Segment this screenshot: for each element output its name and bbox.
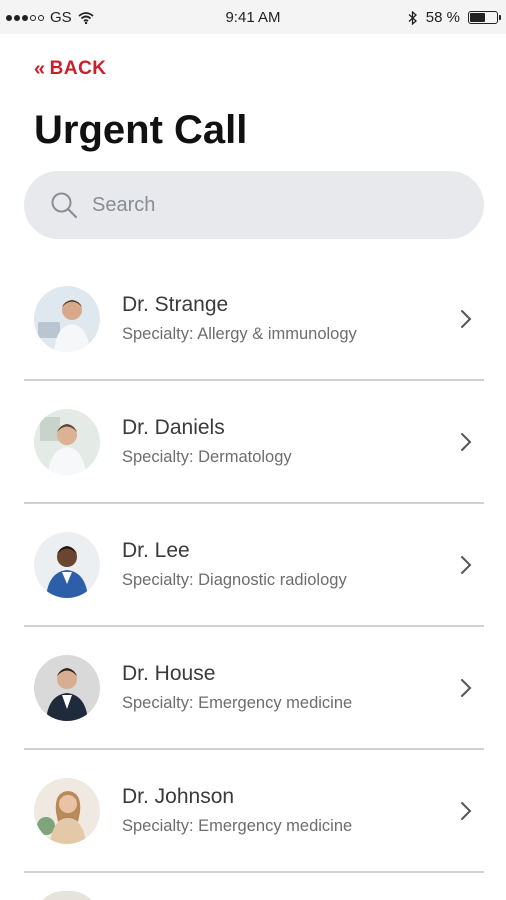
doctor-name: Dr. House: [122, 662, 216, 685]
doctor-avatar: [34, 408, 100, 475]
battery-level: [470, 13, 486, 22]
page-title: Urgent Call: [34, 108, 248, 152]
status-bar: GS 9:41 AM 58 %: [0, 0, 506, 34]
chevron-right-icon: [454, 555, 478, 575]
doctor-specialty: Specialty: Diagnostic radiology: [122, 571, 347, 589]
doctor-name: Dr. Strange: [122, 293, 229, 316]
doctor-row-johnson[interactable]: Dr. Johnson Specialty: Emergency medicin…: [24, 750, 484, 873]
chevron-right-icon: [454, 801, 478, 821]
chevron-right-icon: [454, 309, 478, 329]
doctor-row-daniels[interactable]: Dr. Daniels Specialty: Dermatology: [24, 381, 484, 504]
chevron-right-icon: [454, 432, 478, 452]
doctor-avatar: [34, 891, 100, 900]
doctor-row-lee[interactable]: Dr. Lee Specialty: Diagnostic radiology: [24, 504, 484, 627]
search-bar[interactable]: [24, 171, 484, 239]
search-input[interactable]: [92, 193, 452, 217]
doctor-avatar: [34, 777, 100, 844]
doctor-avatar: [34, 531, 100, 598]
doctor-specialty: Specialty: Emergency medicine: [122, 817, 353, 835]
double-chevron-left-icon: «: [34, 58, 46, 80]
doctor-name: Dr. Lee: [122, 539, 190, 562]
battery-percent: 58 %: [425, 9, 460, 26]
back-label: BACK: [49, 58, 107, 79]
doctor-specialty: Specialty: Dermatology: [122, 448, 292, 466]
doctor-avatar: [34, 654, 100, 721]
doctor-specialty: Specialty: Allergy & immunology: [122, 325, 357, 343]
status-right-group: 58 %: [408, 9, 501, 26]
doctor-name: Dr. Daniels: [122, 416, 225, 439]
doctor-specialty: Specialty: Emergency medicine: [122, 694, 353, 712]
doctor-name: Dr. Johnson: [122, 785, 235, 808]
bluetooth-icon: [408, 10, 417, 25]
doctor-row-partial[interactable]: [24, 873, 484, 900]
doctor-row-house[interactable]: Dr. House Specialty: Emergency medicine: [24, 627, 484, 750]
doctor-list: Dr. Strange Specialty: Allergy & immunol…: [24, 258, 484, 900]
chevron-right-icon: [454, 678, 478, 698]
doctor-avatar: [34, 285, 100, 352]
doctor-row-strange[interactable]: Dr. Strange Specialty: Allergy & immunol…: [24, 258, 484, 381]
search-icon: [51, 192, 78, 219]
back-button[interactable]: « BACK: [34, 58, 107, 80]
battery-icon: [468, 11, 501, 24]
